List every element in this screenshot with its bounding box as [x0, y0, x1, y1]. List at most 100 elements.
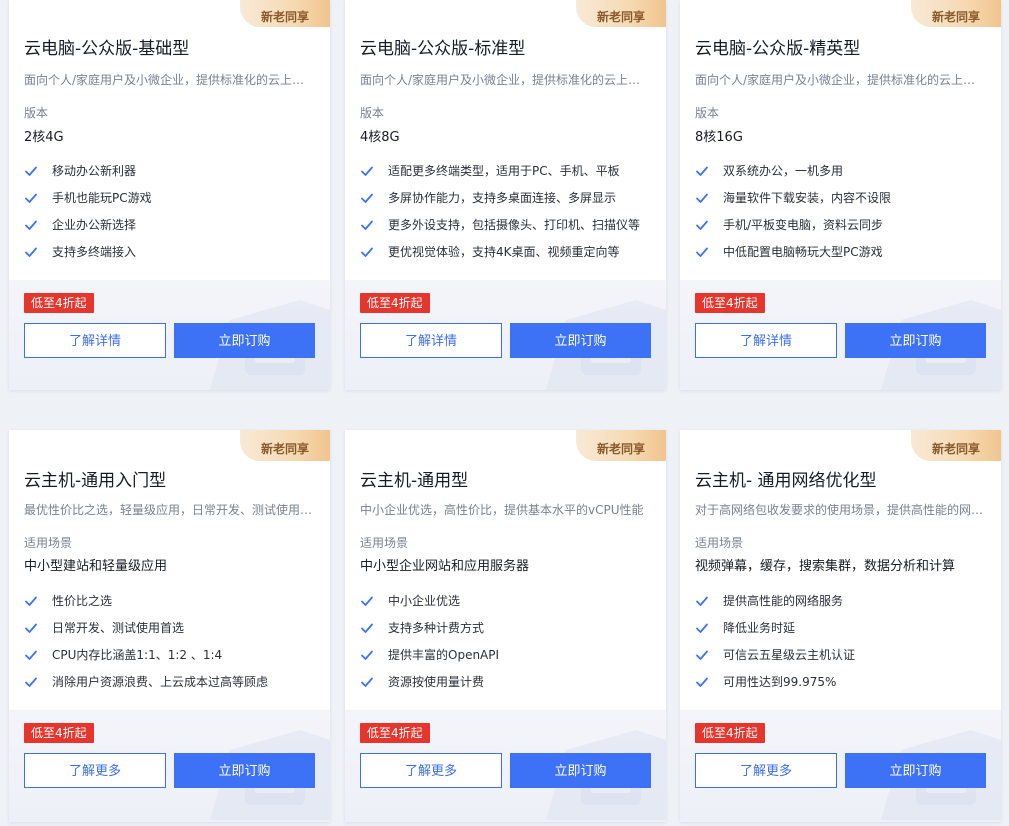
spec-label: 适用场景: [695, 536, 744, 550]
spec-label: 适用场景: [360, 536, 409, 550]
feature-text: 中小企业优选: [388, 594, 461, 608]
spec-label: 版本: [695, 106, 720, 120]
card-description: 中小企业优选，高性价比，提供基本水平的vCPU性能: [360, 503, 644, 517]
card-description: 面向个人/家庭用户及小微企业，提供标准化的云上电脑服务: [695, 73, 987, 87]
spec-label: 版本: [360, 106, 385, 120]
feature-text: 可信云五星级云主机认证: [723, 648, 856, 662]
buy-now-button[interactable]: 立即订购: [174, 753, 315, 788]
promo-badge: 新老同享: [911, 0, 1001, 27]
feature-text: 可用性达到99.975%: [723, 675, 837, 689]
check-icon: [696, 247, 708, 257]
feature-text: 多屏协作能力，支持多桌面连接、多屏显示: [388, 191, 617, 205]
feature-text: 中低配置电脑畅玩大型PC游戏: [723, 245, 883, 259]
card-description: 最优性价比之选，轻量级应用，日常开发、测试使用首选: [24, 503, 316, 517]
card-title: 云主机- 通用网络优化型: [695, 471, 877, 491]
learn-details-button[interactable]: 了解详情: [24, 323, 166, 358]
product-card-cloud-pc-standard: 新老同享 云电脑-公众版-标准型 面向个人/家庭用户及小微企业，提供标准化的云上…: [345, 0, 666, 390]
spec-value: 2核4G: [24, 130, 64, 145]
feature-list: 性价比之选 日常开发、测试使用首选 CPU内存比涵盖1:1、1:2 、1:4 消…: [24, 592, 268, 700]
feature-list: 中小企业优选 支持多种计费方式 提供丰富的OpenAPI 资源按使用量计费: [360, 592, 499, 700]
learn-more-button[interactable]: 了解更多: [360, 753, 502, 788]
feature-item: 移动办公新利器: [24, 162, 152, 189]
spec-value: 视频弹幕，缓存，搜索集群，数据分析和计算: [695, 559, 956, 574]
feature-list: 适配更多终端类型，适用于PC、手机、平板 多屏协作能力，支持多桌面连接、多屏显示…: [360, 162, 640, 270]
card-title: 云电脑-公众版-基础型: [24, 39, 190, 59]
feature-item: 中小企业优选: [360, 592, 499, 619]
product-card-vm-entry: 新老同享 云主机-通用入门型 最优性价比之选，轻量级应用，日常开发、测试使用首选…: [9, 430, 330, 822]
card-title: 云主机-通用入门型: [24, 471, 167, 491]
card-footer: 低至4折起 了解更多 立即订购: [9, 710, 330, 822]
card-footer: 低至4折起 了解更多 立即订购: [345, 710, 666, 822]
feature-list: 移动办公新利器 手机也能玩PC游戏 企业办公新选择 支持多终端接入: [24, 162, 152, 270]
buy-now-button[interactable]: 立即订购: [845, 753, 986, 788]
feature-text: 双系统办公，一机多用: [723, 164, 844, 178]
product-card-vm-network-optimized: 新老同享 云主机- 通用网络优化型 对于高网络包收发要求的使用场景，提供高性能的…: [680, 430, 1001, 822]
spec-label: 版本: [24, 106, 49, 120]
promo-badge: 新老同享: [240, 0, 330, 27]
feature-item: 海量软件下载安装，内容不设限: [695, 189, 891, 216]
check-icon: [25, 677, 37, 687]
buy-now-button[interactable]: 立即订购: [845, 323, 986, 358]
card-footer: 低至4折起 了解详情 立即订购: [9, 280, 330, 390]
spec-label: 适用场景: [24, 536, 73, 550]
check-icon: [361, 193, 373, 203]
check-icon: [25, 166, 37, 176]
promo-badge: 新老同享: [576, 0, 666, 27]
feature-text: 更多外设支持，包括摄像头、打印机、扫描仪等: [388, 218, 641, 232]
feature-item: 手机/平板变电脑，资料云同步: [695, 216, 891, 243]
feature-text: CPU内存比涵盖1:1、1:2 、1:4: [52, 648, 223, 662]
feature-text: 支持多种计费方式: [388, 621, 485, 635]
feature-item: 可用性达到99.975%: [695, 673, 855, 700]
product-card-cloud-pc-elite: 新老同享 云电脑-公众版-精英型 面向个人/家庭用户及小微企业，提供标准化的云上…: [680, 0, 1001, 390]
feature-item: 提供丰富的OpenAPI: [360, 646, 499, 673]
buy-now-button[interactable]: 立即订购: [174, 323, 315, 358]
feature-text: 更优视觉体验，支持4K桌面、视频重定向等: [388, 245, 620, 259]
product-card-vm-general: 新老同享 云主机-通用型 中小企业优选，高性价比，提供基本水平的vCPU性能 适…: [345, 430, 666, 822]
feature-text: 手机/平板变电脑，资料云同步: [723, 218, 884, 232]
feature-text: 性价比之选: [52, 594, 113, 608]
check-icon: [361, 650, 373, 660]
feature-text: 资源按使用量计费: [388, 675, 485, 689]
learn-details-button[interactable]: 了解详情: [360, 323, 502, 358]
check-icon: [696, 193, 708, 203]
feature-list: 双系统办公，一机多用 海量软件下载安装，内容不设限 手机/平板变电脑，资料云同步…: [695, 162, 891, 270]
feature-item: 可信云五星级云主机认证: [695, 646, 855, 673]
feature-item: CPU内存比涵盖1:1、1:2 、1:4: [24, 646, 268, 673]
feature-text: 日常开发、测试使用首选: [52, 621, 185, 635]
product-card-grid: 新老同享 云电脑-公众版-基础型 面向个人/家庭用户及小微企业，提供标准化的云上…: [0, 0, 1009, 826]
discount-tag: 低至4折起: [360, 293, 430, 313]
check-icon: [361, 166, 373, 176]
check-icon: [696, 677, 708, 687]
card-title: 云主机-通用型: [360, 471, 469, 491]
check-icon: [25, 193, 37, 203]
feature-item: 双系统办公，一机多用: [695, 162, 891, 189]
learn-details-button[interactable]: 了解详情: [695, 323, 837, 358]
check-icon: [696, 623, 708, 633]
check-icon: [361, 623, 373, 633]
feature-item: 消除用户资源浪费、上云成本过高等顾虑: [24, 673, 268, 700]
check-icon: [25, 650, 37, 660]
buy-now-button[interactable]: 立即订购: [510, 323, 651, 358]
discount-tag: 低至4折起: [695, 723, 765, 743]
feature-text: 适配更多终端类型，适用于PC、手机、平板: [388, 164, 620, 178]
discount-tag: 低至4折起: [695, 293, 765, 313]
check-icon: [25, 220, 37, 230]
check-icon: [25, 596, 37, 606]
feature-item: 适配更多终端类型，适用于PC、手机、平板: [360, 162, 640, 189]
learn-more-button[interactable]: 了解更多: [695, 753, 837, 788]
buy-now-button[interactable]: 立即订购: [510, 753, 651, 788]
check-icon: [25, 623, 37, 633]
discount-tag: 低至4折起: [24, 723, 94, 743]
feature-text: 海量软件下载安装，内容不设限: [723, 191, 892, 205]
card-footer: 低至4折起 了解更多 立即订购: [680, 710, 1001, 822]
feature-item: 多屏协作能力，支持多桌面连接、多屏显示: [360, 189, 640, 216]
feature-item: 更多外设支持，包括摄像头、打印机、扫描仪等: [360, 216, 640, 243]
feature-text: 降低业务时延: [723, 621, 796, 635]
promo-badge: 新老同享: [240, 430, 330, 461]
discount-tag: 低至4折起: [24, 293, 94, 313]
card-title: 云电脑-公众版-精英型: [695, 39, 861, 59]
card-footer: 低至4折起 了解详情 立即订购: [345, 280, 666, 390]
feature-item: 资源按使用量计费: [360, 673, 499, 700]
feature-text: 提供高性能的网络服务: [723, 594, 844, 608]
learn-more-button[interactable]: 了解更多: [24, 753, 166, 788]
